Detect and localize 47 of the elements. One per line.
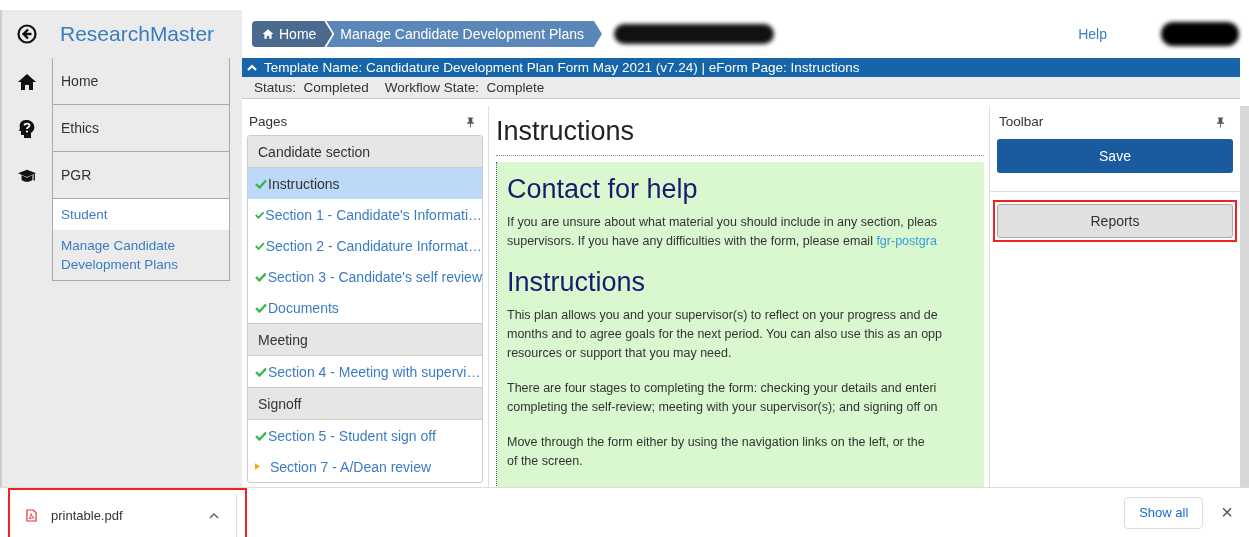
page-link[interactable]: Section 7 - A/Dean review — [248, 451, 482, 482]
status-text: Workflow State: Complete — [384, 80, 545, 95]
download-item[interactable]: printable.pdf — [12, 494, 237, 537]
menu-item[interactable]: Ethics — [52, 105, 230, 152]
help-link[interactable]: Help — [1078, 26, 1107, 42]
panel-title: Pages — [249, 114, 288, 129]
home-icon[interactable] — [17, 71, 37, 92]
show-all-button[interactable]: Show all — [1124, 496, 1204, 529]
page-link[interactable]: Instructions — [248, 168, 482, 199]
breadcrumb-link[interactable]: Manage Candidate Development Plans — [326, 21, 602, 47]
toolbar-button[interactable]: Reports — [997, 204, 1233, 238]
toolbar-button[interactable]: Save — [997, 139, 1233, 173]
paragraph: Move through the form either by using the navigation links on the left, or the of the screen. — [507, 434, 926, 470]
page-link[interactable]: Section 1 - Candidate's Informati… — [248, 199, 482, 230]
paragraph: This plan allows you and your supervisor(s) to reflect on your progress and de months and to agree goals for the next period. You can also use this as an opp resources or support that you may need. — [507, 307, 944, 362]
submenu-item[interactable]: Manage Candidate Development Plans — [53, 230, 229, 280]
page-link[interactable]: Section 2 - Candidature Informat… — [248, 230, 482, 261]
group-header: Meeting — [248, 323, 482, 356]
pin-icon[interactable] — [466, 115, 475, 128]
page-link[interactable]: Section 4 - Meeting with supervi… — [248, 356, 482, 387]
template-title: Template Name: Candidature Development Plan Form May 2021 (v7.24) | eForm Page: Instructions — [264, 60, 860, 75]
section-heading: Contact for help — [507, 174, 699, 205]
brand-title: ResearchMaster — [60, 22, 215, 46]
pdf-file-icon — [26, 509, 37, 522]
status-text: Status: Completed — [254, 80, 369, 95]
close-button[interactable]: × — [1215, 500, 1239, 525]
paragraph: If you are unsure about what material you should include in any section, pleas supervisors. If you have any difficulties with the form, please email fgr-postgra — [507, 214, 939, 250]
template-bar[interactable]: Template Name: Candidature Development Plan Form May 2021 (v7.24) | eForm Page: Instructions — [242, 58, 1240, 77]
submenu-item[interactable]: Student — [53, 199, 229, 230]
home-icon — [262, 28, 274, 40]
breadcrumb-link[interactable]: Home — [252, 21, 333, 47]
page-link[interactable]: Documents — [248, 292, 482, 323]
page-link[interactable]: Section 5 - Student sign off — [248, 420, 482, 451]
page-link[interactable]: Section 3 - Candidate's self review — [248, 261, 482, 292]
section-heading: Instructions — [507, 267, 647, 298]
menu-item[interactable]: Home — [52, 58, 230, 105]
head-icon[interactable] — [17, 118, 37, 139]
paragraph: There are four stages to completing the form: checking your details and enteri completing the self-review; meeting with your supervisor(s); and signing off on — [507, 380, 939, 416]
scrollbar[interactable] — [1240, 106, 1249, 487]
pin-icon[interactable] — [1216, 115, 1225, 128]
chevron-up-icon[interactable] — [208, 511, 220, 520]
email-link[interactable]: fgr-postgra — [876, 234, 937, 248]
group-header: Candidate section — [248, 136, 482, 168]
group-header: Signoff — [248, 387, 482, 420]
panel-title: Toolbar — [999, 114, 1044, 129]
back-icon[interactable] — [17, 24, 37, 44]
page-title: Instructions — [496, 116, 984, 156]
